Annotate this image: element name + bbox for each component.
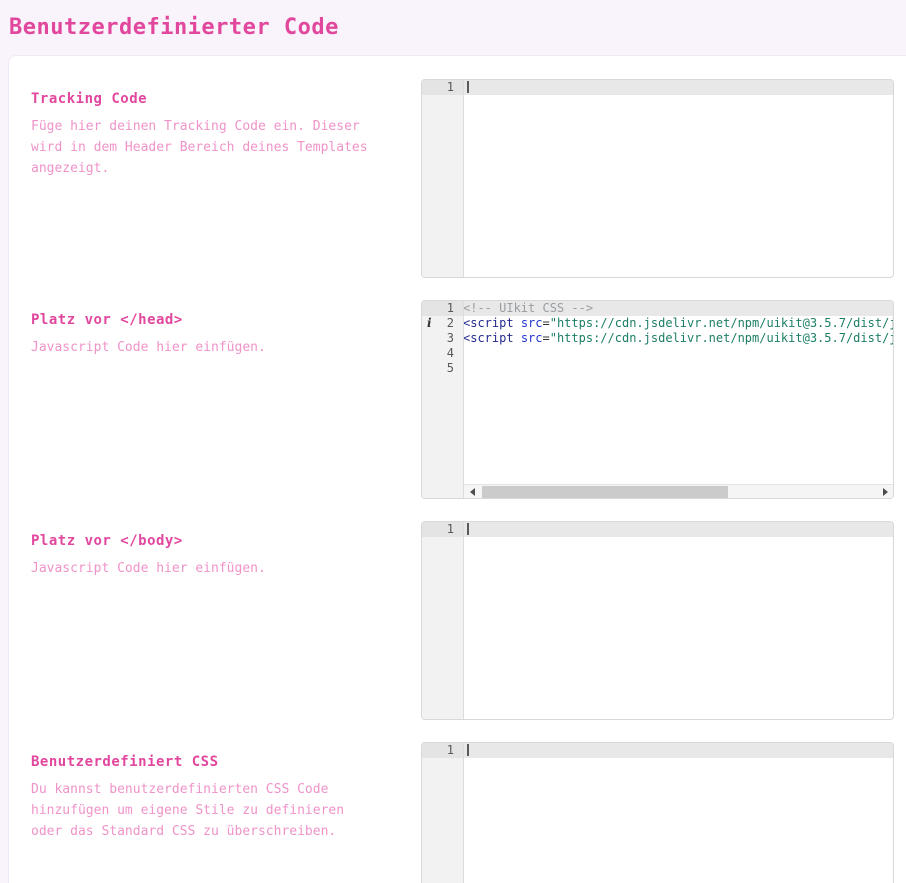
code-token-plain	[514, 316, 521, 330]
left-arrow-icon[interactable]	[464, 485, 480, 499]
editor-code-area[interactable]	[464, 743, 893, 883]
code-token-string: "https://cdn.jsdelivr.net/npm/uikit@3.5.…	[550, 331, 893, 345]
editor-code-lines	[467, 80, 893, 95]
section-custom-css: Benutzerdefiniert CSS Du kannst benutzer…	[31, 742, 906, 883]
section-text-column: Platz vor </head> Javascript Code hier e…	[31, 300, 421, 499]
editor-code-lines: <!-- UIkit CSS --><script src="https://c…	[464, 301, 893, 376]
editor-code-lines	[467, 522, 893, 537]
section-heading: Platz vor </body>	[31, 533, 421, 549]
code-token-attr: src	[521, 331, 543, 345]
code-editor[interactable]: 12i345 <!-- UIkit CSS --><script src="ht…	[421, 300, 894, 499]
code-line	[464, 80, 893, 95]
editor-line-number-gutter: 1	[422, 522, 464, 719]
code-token-plain: =	[543, 331, 550, 345]
code-token-string: "https://cdn.jsdelivr.net/npm/uikit@3.5.…	[550, 316, 893, 330]
code-token-tag: <script	[464, 316, 514, 330]
horizontal-scrollbar[interactable]	[464, 484, 893, 498]
code-token-tag: <script	[464, 331, 514, 345]
section-heading: Platz vor </head>	[31, 312, 421, 328]
text-cursor	[467, 81, 469, 93]
code-line	[464, 346, 893, 361]
line-number: 3	[422, 331, 463, 346]
section-text-column: Platz vor </body> Javascript Code hier e…	[31, 521, 421, 720]
scrollbar-track[interactable]	[480, 485, 877, 499]
section-description: Javascript Code hier einfügen.	[31, 337, 383, 358]
code-line	[464, 743, 893, 758]
editor-line-number-gutter: 1	[422, 743, 464, 883]
line-number: 5	[422, 361, 463, 376]
editor-code-lines	[467, 743, 893, 758]
text-cursor	[467, 523, 469, 535]
section-text-column: Benutzerdefiniert CSS Du kannst benutzer…	[31, 742, 421, 883]
section-before-body: Platz vor </body> Javascript Code hier e…	[31, 521, 906, 720]
section-tracking-code: Tracking Code Füge hier deinen Tracking …	[31, 79, 906, 278]
code-line: <!-- UIkit CSS -->	[464, 301, 893, 316]
editor-code-area[interactable]: <!-- UIkit CSS --><script src="https://c…	[464, 301, 893, 498]
code-line: <script src="https://cdn.jsdelivr.net/np…	[464, 331, 893, 346]
section-before-head: Platz vor </head> Javascript Code hier e…	[31, 300, 906, 499]
scrollbar-thumb[interactable]	[482, 486, 728, 498]
code-line	[464, 361, 893, 376]
info-marker-icon: i	[427, 316, 432, 331]
section-description: Javascript Code hier einfügen.	[31, 558, 383, 579]
page-title: Benutzerdefinierter Code	[0, 0, 906, 40]
text-cursor	[467, 744, 469, 756]
section-description: Du kannst benutzerdefinierten CSS Code h…	[31, 779, 383, 842]
section-heading: Tracking Code	[31, 91, 421, 107]
section-text-column: Tracking Code Füge hier deinen Tracking …	[31, 79, 421, 278]
code-token-attr: src	[521, 316, 543, 330]
code-line: <script src="https://cdn.jsdelivr.net/np…	[464, 316, 893, 331]
sections-container: Tracking Code Füge hier deinen Tracking …	[31, 79, 906, 883]
section-heading: Benutzerdefiniert CSS	[31, 754, 421, 770]
editor-line-number-gutter: 12i345	[422, 301, 464, 498]
line-number: 2i	[422, 316, 463, 331]
code-token-plain	[514, 331, 521, 345]
right-arrow-icon[interactable]	[877, 485, 893, 499]
editor-code-area[interactable]	[464, 522, 893, 719]
code-editor[interactable]: 1	[421, 521, 894, 720]
custom-code-card: Tracking Code Füge hier deinen Tracking …	[8, 55, 906, 883]
line-number: 1	[422, 80, 463, 95]
editor-line-number-gutter: 1	[422, 80, 464, 277]
line-number: 1	[422, 522, 463, 537]
section-description: Füge hier deinen Tracking Code ein. Dies…	[31, 116, 383, 179]
code-token-comment: <!-- UIkit CSS -->	[464, 301, 593, 315]
editor-code-area[interactable]	[464, 80, 893, 277]
line-number: 1	[422, 301, 463, 316]
code-editor[interactable]: 1	[421, 742, 894, 883]
code-editor[interactable]: 1	[421, 79, 894, 278]
code-line	[464, 522, 893, 537]
code-token-plain: =	[543, 316, 550, 330]
line-number: 4	[422, 346, 463, 361]
line-number: 1	[422, 743, 463, 758]
